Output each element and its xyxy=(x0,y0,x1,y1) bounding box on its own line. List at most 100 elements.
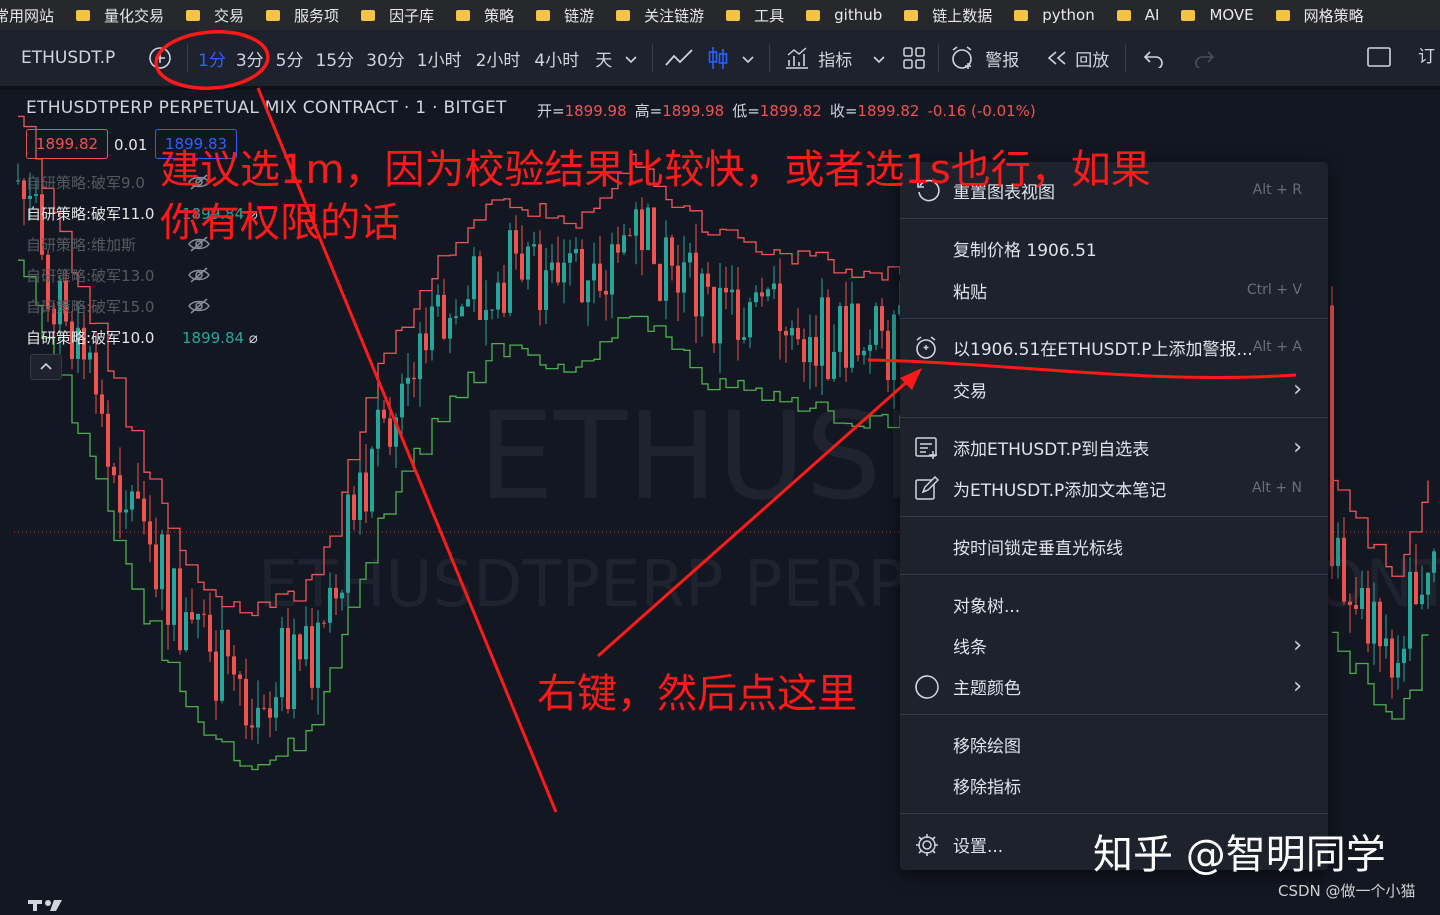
candle-body xyxy=(808,337,812,363)
menu-item-add-watchlist[interactable]: 添加ETHUSDT.P到自选表 › xyxy=(900,427,1328,467)
hidden-eye-icon[interactable] xyxy=(188,298,210,314)
menu-divider xyxy=(900,218,1328,219)
candle-body xyxy=(1396,662,1400,678)
candle-body xyxy=(286,627,290,710)
candle-body xyxy=(616,244,620,253)
menu-item-theme[interactable]: 主题颜色 › xyxy=(900,666,1328,706)
bookmark-item[interactable]: 关注链游 xyxy=(616,5,704,26)
interval-tab[interactable]: 3分 xyxy=(236,46,264,71)
bookmark-item[interactable]: 因子库 xyxy=(361,5,434,26)
menu-item-add-note[interactable]: 为ETHUSDT.P添加文本笔记 Alt + N xyxy=(900,468,1328,508)
bookmark-item[interactable]: 链游 xyxy=(536,5,594,26)
bookmark-item[interactable]: 服务项 xyxy=(266,5,339,26)
candlestick-icon[interactable] xyxy=(705,45,731,71)
candle-body xyxy=(1330,305,1334,567)
fullscreen-icon[interactable] xyxy=(1366,46,1392,68)
strategy-legend-row[interactable]: 自研策略:破军10.0 1899.84 ⌀ xyxy=(26,327,258,348)
bookmark-item[interactable]: github xyxy=(806,6,882,24)
bookmark-item[interactable]: 量化交易 xyxy=(76,5,164,26)
interval-tab[interactable]: 天 xyxy=(595,46,612,71)
candle-body xyxy=(508,230,512,313)
menu-item-trade[interactable]: 交易 › xyxy=(900,369,1328,409)
menu-item-remove-drawings[interactable]: 移除绘图 xyxy=(900,724,1328,764)
bookmark-item[interactable]: python xyxy=(1014,6,1095,24)
candle-body xyxy=(754,292,758,303)
redo-icon[interactable] xyxy=(1192,48,1216,70)
menu-divider xyxy=(900,516,1328,517)
layouts-grid-icon[interactable] xyxy=(902,46,926,70)
candle-body xyxy=(496,282,500,310)
strategy-legend-row[interactable]: 自研策略:破军15.0 xyxy=(26,296,210,317)
menu-item-label: 按时间锁定垂直光标线 xyxy=(953,538,1123,559)
candle-body xyxy=(526,246,530,280)
interval-tab[interactable]: 15分 xyxy=(315,46,354,71)
interval-tab[interactable]: 5分 xyxy=(276,46,304,71)
bookmark-item[interactable]: 工具 xyxy=(726,5,784,26)
alarm-clock-icon xyxy=(914,335,940,361)
candle-body xyxy=(172,568,176,625)
candle-body xyxy=(406,377,410,384)
alert-button[interactable]: 警报 xyxy=(949,45,1019,71)
line-chart-icon[interactable] xyxy=(663,45,695,71)
candle-body xyxy=(706,273,710,287)
candle-body xyxy=(190,612,194,620)
menu-item-label: 移除绘图 xyxy=(953,736,1021,757)
menu-item-object-tree[interactable]: 对象树... xyxy=(900,584,1328,624)
bookmark-item[interactable]: AI xyxy=(1116,6,1159,24)
candle-body xyxy=(418,333,422,380)
menu-item-copy-price[interactable]: 复制价格 1906.51 xyxy=(900,228,1328,268)
candle-body xyxy=(658,263,662,301)
candle-body xyxy=(400,383,404,418)
ohlc-value: 1899.82 xyxy=(857,102,920,120)
bookmark-item[interactable]: 常用网站 xyxy=(0,5,54,26)
candle-body xyxy=(148,521,152,545)
tradingview-logo xyxy=(28,896,68,911)
menu-item-lock-cursor[interactable]: 按时间锁定垂直光标线 xyxy=(900,526,1328,566)
compare-add-icon[interactable] xyxy=(147,45,173,71)
chart-type-chevron-icon[interactable] xyxy=(741,49,755,68)
bookmark-item[interactable]: 策略 xyxy=(456,5,514,26)
menu-item-add-alert[interactable]: 以1906.51在ETHUSDT.P上添加警报... Alt + A xyxy=(900,327,1328,367)
bookmark-item[interactable]: 链上数据 xyxy=(904,5,992,26)
strategy-legend-row[interactable]: 自研策略:破军13.0 xyxy=(26,265,210,286)
hidden-eye-icon[interactable] xyxy=(188,267,210,283)
spread-value: 0.01 xyxy=(114,136,148,154)
candle-body xyxy=(208,614,212,652)
candle-body xyxy=(124,509,128,513)
collapse-legend-button[interactable] xyxy=(30,354,62,380)
bid-price-box[interactable]: 1899.82 xyxy=(26,129,109,159)
symbol-legend-title[interactable]: ETHUSDTPERP PERPETUAL MIX CONTRACT · 1 ·… xyxy=(26,98,507,118)
menu-item-label: 以1906.51在ETHUSDT.P上添加警报... xyxy=(953,339,1253,360)
candle-body xyxy=(220,629,224,701)
replay-button[interactable]: 回放 xyxy=(1045,46,1109,71)
chevron-right-icon: › xyxy=(1293,673,1302,699)
chevron-down-icon[interactable] xyxy=(624,49,638,68)
alarm-clock-icon xyxy=(949,45,977,71)
candle-body xyxy=(712,286,716,344)
candle-body xyxy=(832,351,836,379)
interval-tab[interactable]: 4小时 xyxy=(534,46,579,71)
interval-tab[interactable]: 30分 xyxy=(366,46,405,71)
candle-body xyxy=(634,209,638,236)
menu-item-label: 粘贴 xyxy=(953,282,987,303)
indicators-button[interactable]: 指标 xyxy=(784,46,852,71)
candle-body xyxy=(244,678,248,726)
menu-item-label: 复制价格 1906.51 xyxy=(953,240,1097,261)
symbol-search[interactable]: ETHUSDT.P xyxy=(21,48,133,68)
menu-item-remove-indicators[interactable]: 移除指标 xyxy=(900,765,1328,805)
interval-tab[interactable]: 1分 xyxy=(198,46,226,71)
bookmark-item[interactable]: MOVE xyxy=(1181,6,1254,24)
interval-tab[interactable]: 2小时 xyxy=(476,46,521,71)
candle-body xyxy=(892,314,896,381)
zhihu-watermark: 知乎 @智明同学 xyxy=(1093,832,1386,878)
bookmark-item[interactable]: 交易 xyxy=(186,5,244,26)
menu-item-lines[interactable]: 线条 › xyxy=(900,625,1328,665)
subscribe-button[interactable]: 订 xyxy=(1418,42,1435,67)
undo-icon[interactable] xyxy=(1142,48,1166,70)
interval-tab[interactable]: 1小时 xyxy=(417,46,462,71)
menu-item-paste[interactable]: 粘贴 Ctrl + V xyxy=(900,270,1328,310)
indicators-chevron-icon[interactable] xyxy=(872,49,886,68)
bookmark-item[interactable]: 网格策略 xyxy=(1275,5,1364,26)
candle-body xyxy=(424,333,428,351)
candle-body xyxy=(574,249,578,254)
